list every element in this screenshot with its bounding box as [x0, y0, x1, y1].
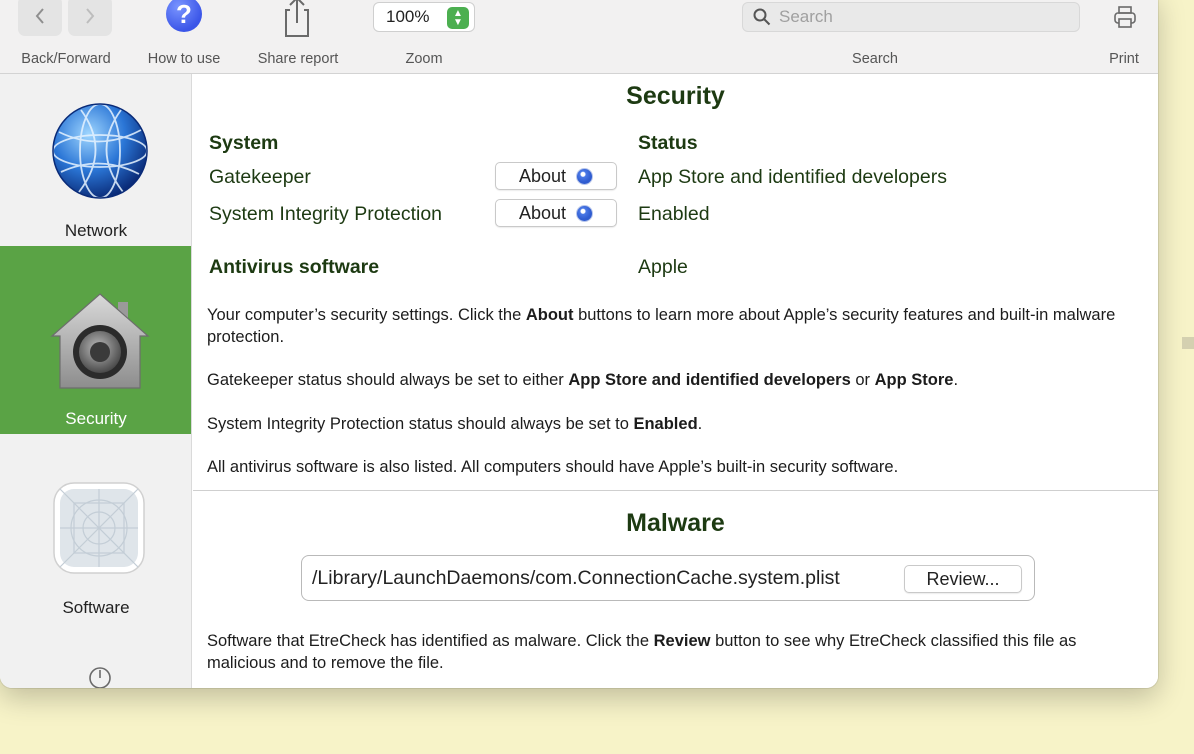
about-button-label: About [518, 165, 567, 186]
zoom-field[interactable]: 100% ▲ ▼ [373, 2, 475, 32]
share-report-label: Share report [257, 51, 339, 67]
question-icon: ? [176, 0, 192, 29]
search-input[interactable] [779, 7, 1059, 27]
malware-item: /Library/LaunchDaemons/com.ConnectionCac… [301, 555, 1035, 601]
review-button[interactable]: Review... [904, 565, 1022, 593]
gatekeeper-status: App Store and identified developers [638, 166, 947, 188]
gatekeeper-label: Gatekeeper [209, 166, 311, 188]
share-icon [285, 0, 309, 37]
app-window: Back/Forward ? How to use Share report 1… [0, 0, 1158, 688]
back-forward-label: Back/Forward [21, 51, 111, 67]
sidebar: Network Security Software [0, 74, 192, 688]
print-button[interactable] [1113, 6, 1137, 28]
text-bold: Review [653, 632, 711, 650]
text: System Integrity Protection status shoul… [207, 415, 634, 433]
sip-label: System Integrity Protection [209, 203, 443, 225]
sip-note: System Integrity Protection status shoul… [207, 413, 1137, 435]
malware-description: Software that EtreCheck has identified a… [207, 630, 1137, 674]
sidebar-item-label: Security [65, 409, 127, 428]
zoom-value: 100% [386, 7, 430, 26]
house-lock-icon [50, 293, 150, 389]
print-label: Print [1109, 51, 1139, 67]
zoom-label: Zoom [405, 51, 443, 67]
search-icon [753, 8, 771, 26]
sidebar-item-network[interactable]: Network [0, 74, 191, 246]
power-icon [89, 667, 111, 688]
system-column-header: System [209, 132, 279, 154]
sidebar-item-label: Network [64, 221, 128, 240]
help-icon [576, 204, 594, 222]
chevron-left-icon [35, 8, 44, 24]
sip-status: Enabled [638, 203, 710, 225]
text-bold: App Store and identified developers [568, 371, 851, 389]
chevron-down-icon: ▼ [453, 17, 463, 28]
app-icon [53, 482, 145, 574]
security-title: Security [626, 82, 725, 110]
malware-title: Malware [626, 509, 725, 537]
printer-icon [1114, 6, 1136, 28]
antivirus-value: Apple [638, 256, 688, 278]
main-content: Security System Status Gatekeeper About … [193, 74, 1158, 688]
sidebar-item-label: Software [62, 598, 130, 617]
gatekeeper-note: Gatekeeper status should always be set t… [207, 369, 1137, 391]
search-field[interactable] [742, 2, 1080, 32]
text: . [697, 415, 703, 433]
text-bold: About [525, 306, 574, 324]
how-to-use-label: How to use [147, 51, 221, 67]
globe-icon [52, 103, 148, 199]
share-report-button[interactable] [277, 0, 317, 38]
text-bold: App Store [874, 371, 954, 389]
help-icon [576, 167, 594, 185]
text: or [850, 371, 875, 389]
text: Your computer’s security settings. Click… [207, 306, 526, 324]
zoom-stepper[interactable]: ▲ ▼ [447, 7, 469, 29]
text: . [953, 371, 959, 389]
back-button[interactable] [18, 0, 62, 36]
text: Gatekeeper status should always be set t… [207, 371, 569, 389]
sip-about-button[interactable]: About [495, 199, 617, 227]
toolbar: Back/Forward ? How to use Share report 1… [0, 0, 1158, 74]
about-button-label: About [518, 202, 567, 223]
antivirus-note: All antivirus software is also listed. A… [207, 458, 899, 476]
malware-path: /Library/LaunchDaemons/com.ConnectionCac… [312, 567, 840, 589]
text: Software that EtreCheck has identified a… [207, 632, 654, 650]
help-button[interactable]: ? [166, 0, 202, 32]
status-column-header: Status [638, 132, 698, 154]
text-bold: Enabled [633, 415, 698, 433]
sidebar-item-security[interactable]: Security [0, 246, 191, 434]
forward-button[interactable] [68, 0, 112, 36]
search-label: Search [852, 51, 898, 67]
sidebar-item-software[interactable]: Software [0, 434, 191, 634]
security-description: Your computer’s security settings. Click… [207, 304, 1137, 348]
antivirus-label: Antivirus software [209, 256, 380, 278]
gatekeeper-about-button[interactable]: About [495, 162, 617, 190]
background-mark [1182, 337, 1194, 349]
chevron-right-icon [86, 8, 95, 24]
section-divider [193, 490, 1158, 491]
